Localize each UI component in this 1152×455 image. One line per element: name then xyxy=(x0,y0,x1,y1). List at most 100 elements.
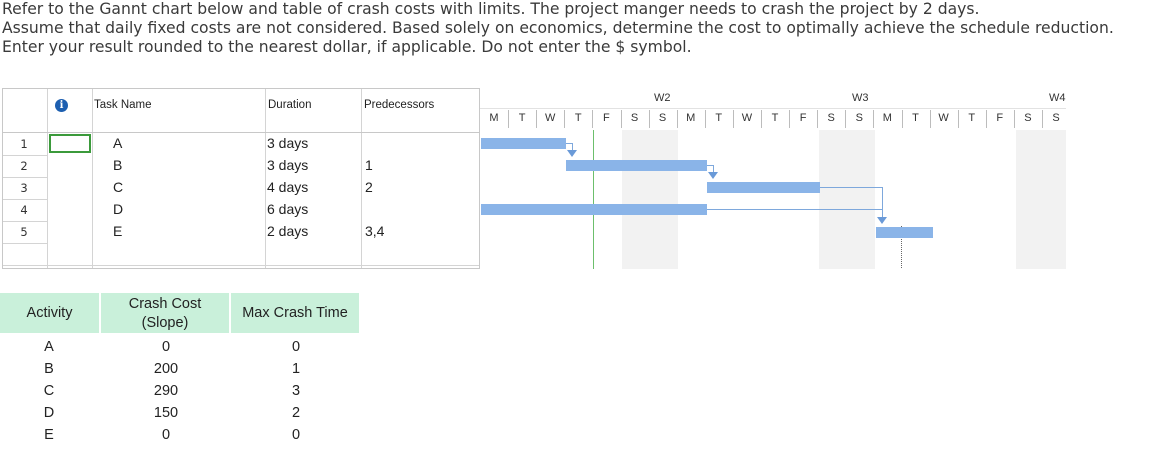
day-label: S xyxy=(1024,112,1032,124)
dependency-link xyxy=(820,187,882,188)
crash-cost-header-cell: Crash Cost (Slope) xyxy=(101,293,229,333)
task-bar-c[interactable] xyxy=(707,182,820,193)
task-name-cell[interactable]: D xyxy=(113,201,123,217)
day-label: W xyxy=(938,112,949,124)
day-divider xyxy=(620,110,622,128)
crash-cost-header: Crash Cost (Slope) xyxy=(128,296,202,331)
max-crash-time-cell: 3 xyxy=(291,383,301,399)
day-divider xyxy=(901,110,903,128)
dependency-link xyxy=(882,187,883,217)
day-label: T xyxy=(715,112,723,124)
day-divider xyxy=(1013,110,1015,128)
question-line-1: Refer to the Gannt chart below and table… xyxy=(2,0,980,18)
selected-indicator-cell[interactable] xyxy=(49,134,91,153)
day-label: T xyxy=(912,112,919,124)
day-label: S xyxy=(827,112,835,124)
info-icon: i xyxy=(55,99,68,112)
predecessors-cell[interactable]: 3,4 xyxy=(365,223,384,239)
day-divider xyxy=(592,110,594,128)
day-label: S xyxy=(630,112,639,124)
task-name-cell[interactable]: B xyxy=(113,157,122,173)
day-label: F xyxy=(996,112,1004,124)
task-row[interactable]: 3 C 4 days 2 xyxy=(3,177,479,199)
task-bar-b[interactable] xyxy=(566,160,707,171)
task-name-header[interactable]: Task Name xyxy=(94,99,152,111)
day-label: M xyxy=(489,112,499,124)
day-divider xyxy=(929,110,931,128)
day-label: S xyxy=(1052,112,1060,124)
day-divider xyxy=(817,110,819,128)
task-bar-d[interactable] xyxy=(481,204,707,215)
day-divider xyxy=(508,110,510,128)
day-divider xyxy=(789,110,791,128)
crash-cost-cell: 0 xyxy=(161,427,171,443)
max-crash-time-cell: 0 xyxy=(291,339,301,355)
weekend-shading xyxy=(622,130,678,269)
row-divider xyxy=(3,243,47,244)
row-number: 1 xyxy=(20,137,28,151)
question-text: Refer to the Gannt chart below and table… xyxy=(2,0,1150,57)
duration-header[interactable]: Duration xyxy=(268,99,311,111)
activity-cell: B xyxy=(44,361,54,377)
task-row[interactable]: 5 E 2 days 3,4 xyxy=(3,221,479,243)
predecessors-header[interactable]: Predecessors xyxy=(364,99,434,111)
task-row[interactable]: 2 B 3 days 1 xyxy=(3,155,479,177)
timescale-divider xyxy=(480,108,1066,109)
duration-cell[interactable]: 2 days xyxy=(267,223,308,239)
duration-cell[interactable]: 4 days xyxy=(267,179,308,195)
gantt-sheet: i Task Name Duration Predecessors 1 A 3 … xyxy=(2,88,480,269)
day-label: W xyxy=(544,112,556,124)
task-name-cell[interactable]: C xyxy=(113,179,123,195)
task-name-cell[interactable]: A xyxy=(113,135,122,151)
duration-cell[interactable]: 6 days xyxy=(267,201,308,217)
row-divider xyxy=(3,265,479,266)
day-label: T xyxy=(574,112,582,124)
day-divider xyxy=(704,110,706,128)
task-row[interactable]: 1 A 3 days xyxy=(3,133,479,155)
crash-cost-cell: 290 xyxy=(153,383,179,399)
arrow-down-icon xyxy=(877,217,887,224)
task-bar-a[interactable] xyxy=(481,138,566,149)
week-label: W4 xyxy=(1049,92,1066,104)
task-bar-e[interactable] xyxy=(876,227,933,238)
day-label: F xyxy=(799,112,807,124)
day-divider xyxy=(648,110,650,128)
day-divider xyxy=(761,110,762,128)
sheet-header: i Task Name Duration Predecessors xyxy=(3,89,479,133)
day-divider xyxy=(536,110,538,128)
crash-cost-cell: 0 xyxy=(161,339,171,355)
day-label: M xyxy=(686,112,696,124)
task-row[interactable]: 4 D 6 days xyxy=(3,199,479,221)
duration-cell[interactable]: 3 days xyxy=(267,157,308,173)
question-line-3: Enter your result rounded to the nearest… xyxy=(2,38,692,56)
task-name-cell[interactable]: E xyxy=(113,223,122,239)
gantt-chart: W2 W3 W4 M T W T F S S M T W T F S S M T W T F S S xyxy=(480,88,1066,269)
day-divider xyxy=(676,110,678,128)
duration-cell[interactable]: 3 days xyxy=(267,135,308,151)
weekend-shading xyxy=(819,130,875,269)
row-number: 5 xyxy=(20,225,28,239)
day-label: T xyxy=(518,112,526,124)
timescale-header: W2 W3 W4 M T W T F S S M T W T F S S M T W T F S S xyxy=(480,88,1066,130)
activity-header-cell: Activity xyxy=(0,293,99,333)
dependency-link xyxy=(572,143,573,150)
dependency-link xyxy=(707,209,882,210)
day-divider xyxy=(732,110,734,128)
day-divider xyxy=(1042,110,1043,128)
row-number: 4 xyxy=(20,203,28,217)
day-label: S xyxy=(658,112,667,124)
day-divider xyxy=(985,110,987,128)
day-label: T xyxy=(968,112,976,124)
predecessors-cell[interactable]: 2 xyxy=(365,179,373,195)
max-crash-time-cell: 2 xyxy=(291,405,301,421)
predecessors-cell[interactable]: 1 xyxy=(365,157,373,173)
activity-header: Activity xyxy=(26,305,73,321)
activity-cell: A xyxy=(44,339,54,355)
row-number: 3 xyxy=(20,181,28,195)
row-number: 2 xyxy=(20,159,28,173)
activity-cell: C xyxy=(43,383,55,399)
current-date-line xyxy=(593,130,594,269)
question-line-2: Assume that daily fixed costs are not co… xyxy=(2,19,1114,37)
max-crash-time-cell: 0 xyxy=(291,427,301,443)
max-crash-time-header: Max Crash Time xyxy=(242,305,348,321)
